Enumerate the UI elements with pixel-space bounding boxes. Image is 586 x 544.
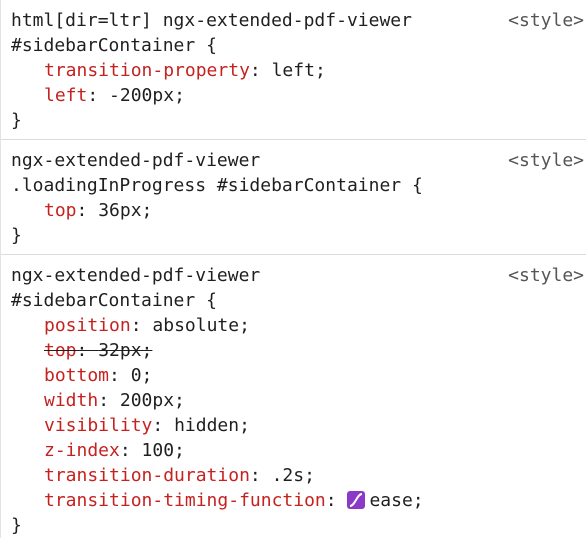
property-name[interactable]: width <box>44 390 98 411</box>
property-name[interactable]: z-index <box>44 440 120 461</box>
css-rule: <style> html[dir=ltr] ngx-extended-pdf-v… <box>1 0 586 140</box>
property-value[interactable]: absolute; <box>152 315 250 336</box>
property-value[interactable]: -200px; <box>109 85 185 106</box>
css-rule: <style> ngx-extended-pdf-viewer .loading… <box>1 140 586 255</box>
rule-selector[interactable]: .loadingInProgress #sidebarContainer { <box>11 173 586 198</box>
css-declaration[interactable]: bottom: 0; <box>11 363 586 388</box>
property-value[interactable]: 100; <box>142 440 185 461</box>
rule-close-brace: } <box>11 110 22 131</box>
property-value[interactable]: 36px; <box>98 200 152 221</box>
property-name[interactable]: transition-property <box>44 60 250 81</box>
rule-selector[interactable]: ngx-extended-pdf-viewer <box>11 148 586 173</box>
css-declaration[interactable]: z-index: 100; <box>11 438 586 463</box>
property-value[interactable]: hidden; <box>174 415 250 436</box>
css-declaration[interactable]: width: 200px; <box>11 388 586 413</box>
rule-selector[interactable]: #sidebarContainer { <box>11 33 586 58</box>
rule-selector[interactable]: ngx-extended-pdf-viewer <box>11 263 586 288</box>
css-declaration[interactable]: transition-property: left; <box>11 58 586 83</box>
stylesheet-source-link[interactable]: <style> <box>508 148 584 173</box>
stylesheet-source-link[interactable]: <style> <box>508 263 584 288</box>
property-value[interactable]: 0; <box>131 365 153 386</box>
property-name[interactable]: top <box>44 200 77 221</box>
css-declaration[interactable]: top: 36px; <box>11 198 586 223</box>
rule-close-brace: } <box>11 515 22 536</box>
property-value[interactable]: 200px; <box>120 390 185 411</box>
rule-selector[interactable]: #sidebarContainer { <box>11 288 586 313</box>
property-value[interactable]: ease; <box>369 490 423 511</box>
css-rule: <style> ngx-extended-pdf-viewer #sidebar… <box>1 255 586 544</box>
property-name[interactable]: top <box>44 340 77 361</box>
property-name[interactable]: transition-timing-function <box>44 490 326 511</box>
property-name[interactable]: transition-duration <box>44 465 250 486</box>
property-name[interactable]: position <box>44 315 131 336</box>
css-declaration-overridden[interactable]: top: 32px; <box>11 338 586 363</box>
property-value[interactable]: 32px; <box>98 340 152 361</box>
property-value[interactable]: .2s; <box>272 465 315 486</box>
property-name[interactable]: bottom <box>44 365 109 386</box>
rule-close-brace: } <box>11 225 22 246</box>
css-declaration[interactable]: transition-duration: .2s; <box>11 463 586 488</box>
css-declaration[interactable]: transition-timing-function: ease; <box>11 488 586 513</box>
css-declaration[interactable]: position: absolute; <box>11 313 586 338</box>
stylesheet-source-link[interactable]: <style> <box>508 8 584 33</box>
rule-selector[interactable]: html[dir=ltr] ngx-extended-pdf-viewer <box>11 8 586 33</box>
easing-curve-icon[interactable] <box>347 491 366 509</box>
css-declaration[interactable]: left: -200px; <box>11 83 586 108</box>
property-name[interactable]: visibility <box>44 415 152 436</box>
styles-pane: <style> html[dir=ltr] ngx-extended-pdf-v… <box>0 0 586 538</box>
property-value[interactable]: left; <box>272 60 326 81</box>
property-name[interactable]: left <box>44 85 87 106</box>
css-declaration[interactable]: visibility: hidden; <box>11 413 586 438</box>
